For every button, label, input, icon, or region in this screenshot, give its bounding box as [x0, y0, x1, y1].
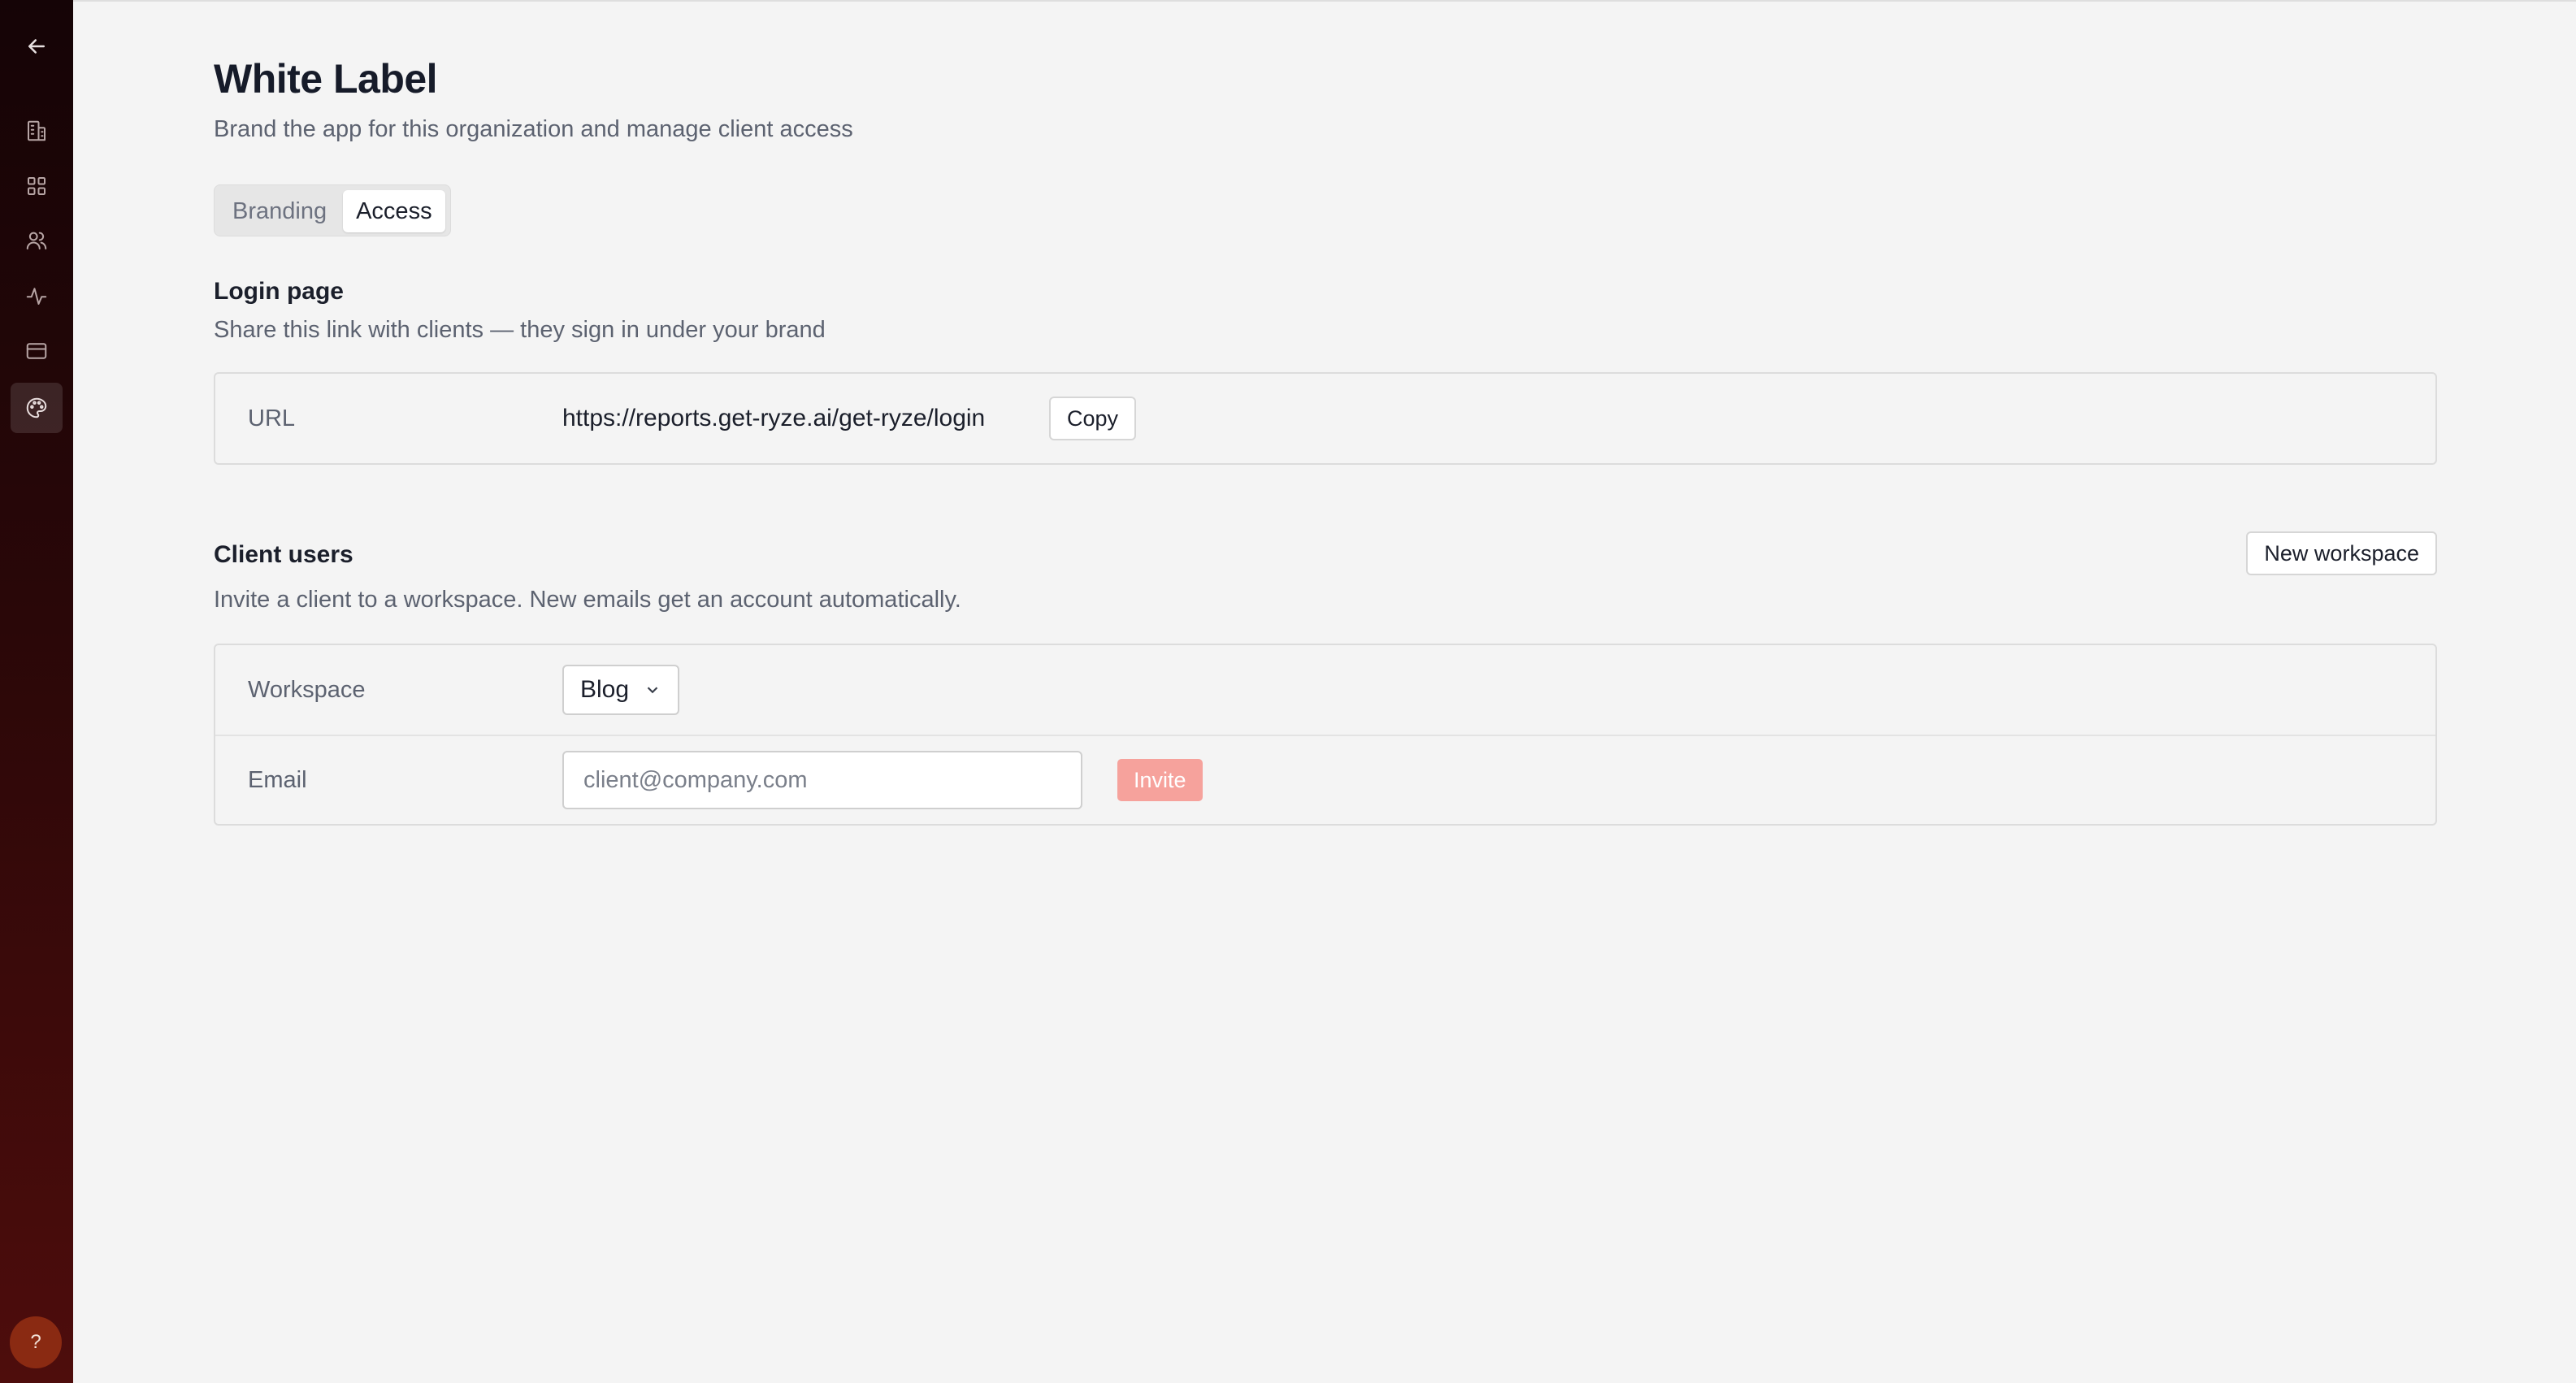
palette-icon	[26, 397, 47, 418]
grid-icon	[28, 177, 46, 195]
workspace-select[interactable]: Blog	[562, 665, 680, 715]
users-icon	[26, 232, 47, 249]
new-workspace-button[interactable]: New workspace	[2246, 531, 2437, 575]
sidebar-item-white-label[interactable]	[11, 383, 63, 433]
client-users-title: Client users	[214, 541, 353, 568]
page-title: White Label	[214, 56, 438, 102]
url-label: URL	[248, 405, 296, 431]
tab-access[interactable]: Access	[343, 190, 445, 232]
main-panel: White Label Brand the app for this organ…	[73, 0, 2576, 1383]
client-users-description: Invite a client to a workspace. New emai…	[214, 587, 961, 613]
workspace-row: Workspace Blog	[215, 645, 2435, 735]
activity-icon	[26, 288, 47, 305]
invite-card: Workspace Blog Email Invite	[214, 644, 2437, 826]
sidebar: ?	[0, 0, 73, 1383]
sidebar-item-organization[interactable]	[11, 106, 63, 156]
help-button[interactable]: ?	[10, 1316, 62, 1368]
copy-button[interactable]: Copy	[1049, 397, 1137, 440]
url-row: URL https://reports.get-ryze.ai/get-ryze…	[215, 374, 2435, 463]
login-url-card: URL https://reports.get-ryze.ai/get-ryze…	[214, 372, 2437, 465]
building-icon	[28, 120, 46, 141]
workspace-label: Workspace	[248, 676, 366, 703]
back-button[interactable]	[11, 21, 63, 72]
help-icon: ?	[30, 1331, 41, 1353]
login-url-value: https://reports.get-ryze.ai/get-ryze/log…	[562, 405, 986, 431]
credit-card-icon	[26, 343, 47, 359]
email-input[interactable]	[562, 751, 1082, 809]
sidebar-item-billing[interactable]	[11, 326, 63, 376]
arrow-left-icon	[28, 39, 45, 54]
tab-branding[interactable]: Branding	[219, 190, 340, 232]
email-label: Email	[248, 766, 307, 793]
invite-button[interactable]: Invite	[1117, 759, 1203, 801]
sidebar-item-apps[interactable]	[11, 161, 63, 211]
tab-bar: Branding Access	[214, 184, 451, 236]
page-subtitle: Brand the app for this organization and …	[214, 116, 853, 142]
chevron-down-icon	[647, 687, 658, 694]
sidebar-item-users[interactable]	[11, 215, 63, 266]
login-page-description: Share this link with clients — they sign…	[214, 317, 826, 343]
email-row: Email Invite	[215, 735, 2435, 824]
workspace-selected-value: Blog	[580, 676, 630, 703]
sidebar-item-activity[interactable]	[11, 271, 63, 321]
login-page-title: Login page	[214, 278, 344, 305]
